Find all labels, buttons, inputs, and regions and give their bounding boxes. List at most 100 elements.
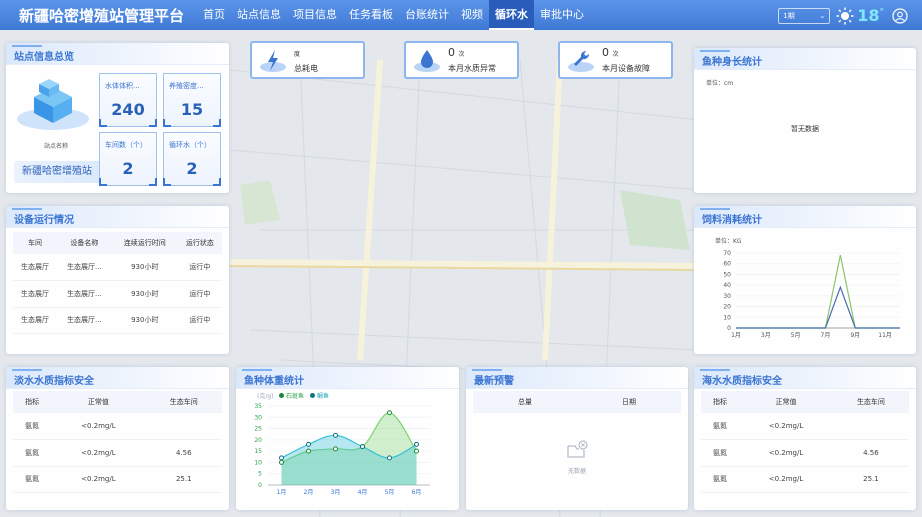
seawater-panel: 海水水质指标安全 指标 正常值 生态车间 氨氮 <0.2mg/L 氨氮 <0.2mg/L… — [694, 367, 916, 510]
alert-table: 总量 日期 — [473, 391, 681, 413]
x-tick-label: 2月 — [304, 489, 314, 496]
freshwater-table: 指标 正常值 生态车间 氨氮 <0.2mg/L 氨氮 <0.2mg/L 4.56 氨氮 <0… — [13, 391, 222, 493]
user-icon[interactable] — [892, 7, 908, 24]
cube-illustration — [17, 79, 89, 130]
x-tick-label: 11月 — [878, 332, 892, 339]
alert-title: 最新预警 — [474, 376, 514, 387]
table-row: 生态展厅 生态展厅... 930小时 运行中 — [13, 307, 222, 334]
tile-circulating-count-label: 循环水（个） — [169, 141, 211, 149]
cell: 氨氮 — [13, 439, 52, 467]
tile-water-volume: 水体体积... 240 — [99, 73, 157, 127]
cell: 生态展厅 — [13, 280, 58, 308]
col-device: 设备名称 — [57, 232, 112, 254]
alert-panel: 最新预警 总量 日期 无数据 — [466, 367, 688, 510]
x-tick-label: 1月 — [277, 489, 287, 496]
feed-chart: 0 10 20 30 40 50 60 70 1月 3月 5月 7月 9月 11月 — [723, 250, 900, 339]
cell: <0.2mg/L — [739, 439, 833, 467]
col-eco-workshop: 生态车间 — [145, 391, 222, 413]
temperature-unit: ° — [879, 7, 885, 18]
period-select[interactable]: 1期 ⌄ — [778, 7, 831, 24]
x-tick-label: 4月 — [358, 489, 368, 496]
col-workshop: 车间 — [13, 232, 58, 254]
equipment-title: 设备运行情况 — [14, 215, 74, 226]
y-tick-label: 20 — [723, 304, 731, 311]
y-tick-label: 0 — [727, 325, 731, 332]
nav-task-board[interactable]: 任务看板 — [343, 0, 399, 30]
y-tick-label: 15 — [254, 448, 262, 455]
table-row: 氨氮 <0.2mg/L — [701, 413, 909, 440]
cell: <0.2mg/L — [51, 466, 146, 493]
col-normal: 正常值 — [739, 391, 833, 413]
data-point — [387, 455, 392, 461]
col-status: 运行状态 — [177, 232, 222, 254]
cell: 氨氮 — [701, 413, 740, 440]
y-tick-label: 10 — [254, 459, 262, 466]
x-tick-label: 7月 — [821, 332, 831, 339]
nav-approval-center[interactable]: 审批中心 — [534, 0, 590, 30]
x-tick-label: 3月 — [761, 332, 771, 339]
cell: 生态展厅 — [13, 254, 58, 281]
x-tick-label: 3月 — [331, 489, 341, 496]
table-row: 氨氮 <0.2mg/L — [13, 413, 222, 440]
col-date: 日期 — [577, 391, 681, 413]
tile-water-volume-value: 240 — [111, 100, 145, 119]
freshwater-panel: 淡水水质指标安全 指标 正常值 生态车间 氨氮 <0.2mg/L 氨氮 <0.2mg/L… — [6, 367, 229, 510]
data-point — [414, 448, 419, 454]
cell: 生态展厅... — [57, 307, 112, 334]
app-title: 新疆哈密增殖站管理平台 — [19, 6, 185, 25]
empty-data-icon — [567, 440, 588, 458]
cell: 930小时 — [111, 254, 178, 281]
tile-water-volume-label: 水体体积... — [105, 82, 140, 90]
nav-circulating-water[interactable]: 循环水 — [489, 0, 534, 30]
table-row: 氨氮 <0.2mg/L 25.1 — [701, 466, 909, 493]
stat-power-value: 度 — [294, 46, 300, 59]
nav-video[interactable]: 视频 — [455, 0, 489, 30]
x-tick-label: 9月 — [850, 332, 860, 339]
site-name-label: 站点名称 — [43, 143, 68, 150]
period-value: 1期 — [783, 11, 795, 20]
stat-fault-unit: 次 — [612, 51, 619, 58]
stat-fault-label: 本月设备故障 — [602, 64, 650, 73]
data-point — [360, 444, 365, 450]
status-cell: 运行中 — [177, 307, 222, 334]
stat-water-unit: 次 — [458, 51, 465, 58]
fish-length-unit: 单位：cm — [706, 80, 734, 87]
nav-ledger-stats[interactable]: 台账统计 — [399, 0, 455, 30]
main-nav: 首页 站点信息 项目信息 任务看板 台账统计 视频 循环水 审批中心 — [197, 0, 590, 30]
nav-home[interactable]: 首页 — [197, 0, 231, 30]
cell: 生态展厅 — [13, 307, 58, 334]
cell: <0.2mg/L — [51, 439, 146, 467]
cell: 930小时 — [111, 280, 178, 308]
cell: 生态展厅... — [57, 254, 112, 281]
cell: <0.2mg/L — [51, 413, 146, 440]
col-runtime: 连续运行时间 — [111, 232, 178, 254]
tile-circulating-count-value: 2 — [186, 159, 198, 178]
site-overview-title: 站点信息总览 — [14, 52, 74, 63]
y-tick-label: 35 — [254, 403, 262, 410]
fish-weight-panel: 鱼种体重统计 (克/g) 石斑鱼 鲷鱼 0 5 10 15 20 25 30 35 1月 2月 3月… — [236, 367, 459, 510]
table-row: 氨氮 <0.2mg/L 4.56 — [13, 439, 222, 467]
power-icon — [260, 50, 286, 72]
equipment-panel: 设备运行情况 车间 设备名称 连续运行时间 运行状态 生态展厅 生态展厅... 930小时… — [6, 206, 229, 354]
data-point — [387, 410, 392, 416]
seawater-table: 指标 正常值 生态车间 氨氮 <0.2mg/L 氨氮 <0.2mg/L 4.56 氨氮 <0… — [701, 391, 909, 493]
col-total: 总量 — [473, 391, 577, 413]
water-drop-icon — [414, 50, 440, 72]
nav-site-info[interactable]: 站点信息 — [231, 0, 287, 30]
cell: 25.1 — [832, 466, 909, 493]
stat-water-anomaly: 0 次 本月水质异常 — [404, 41, 519, 79]
data-point — [333, 446, 338, 452]
data-point — [279, 455, 284, 461]
tile-stock-density: 养殖密度... 15 — [163, 73, 221, 127]
y-tick-label: 25 — [254, 426, 262, 433]
y-tick-label: 20 — [254, 437, 262, 444]
nav-project-info[interactable]: 项目信息 — [287, 0, 343, 30]
y-tick-label: 50 — [723, 271, 731, 278]
cell: 氨氮 — [13, 466, 52, 493]
stat-power: 度 总耗电 — [250, 41, 365, 79]
cell — [145, 413, 222, 440]
temperature-value: 18° — [857, 6, 884, 25]
equipment-table: 车间 设备名称 连续运行时间 运行状态 生态展厅 生态展厅... 930小时 运行中 生态展… — [13, 232, 222, 334]
stat-water-number: 0 — [448, 46, 455, 59]
fish-length-title: 鱼种身长统计 — [702, 57, 762, 68]
